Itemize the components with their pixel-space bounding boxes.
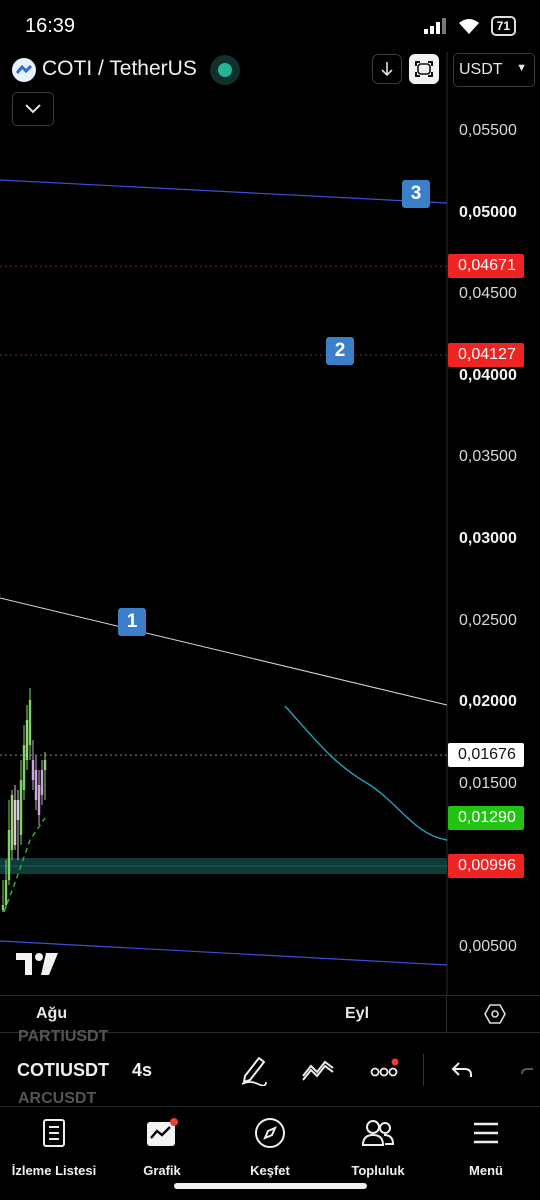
price-tag: 0,00996	[448, 854, 524, 879]
price-axis-label: 0,01500	[459, 774, 517, 792]
undo-button[interactable]	[444, 1052, 480, 1088]
more-button[interactable]	[366, 1052, 402, 1088]
candle-body	[4, 880, 8, 905]
price-axis-label: 0,03500	[459, 448, 517, 466]
nav-label: İzleme Listesi	[11, 1163, 97, 1178]
drawing-marker-1[interactable]: 1	[118, 608, 146, 636]
time-label-aug: Ağu	[36, 1005, 68, 1022]
nav-community[interactable]: Topluluk	[324, 1115, 432, 1178]
trendline-1	[0, 597, 448, 706]
nav-label: Topluluk	[351, 1163, 405, 1178]
chart-icon	[147, 1118, 178, 1146]
moving-average-curve	[284, 705, 448, 841]
more-icon	[370, 1058, 399, 1077]
nav-label: Keşfet	[250, 1163, 290, 1178]
price-tag: 0,01290	[448, 806, 524, 831]
axis-divider	[446, 996, 447, 1033]
nav-label: Grafik	[143, 1163, 181, 1178]
trendline-3	[0, 179, 448, 204]
candle-body	[13, 800, 17, 845]
price-axis-label: 0,05000	[459, 203, 517, 221]
tradingview-logo	[16, 953, 58, 980]
prev-symbol[interactable]: PARTIUSDT	[18, 1028, 108, 1046]
drawing-marker-3[interactable]: 3	[402, 180, 430, 208]
candle-body	[40, 770, 44, 795]
candle-body	[7, 830, 11, 880]
indicators-icon	[302, 1060, 334, 1081]
indicators-button[interactable]	[300, 1052, 336, 1088]
community-icon	[361, 1120, 395, 1146]
candle-body	[31, 760, 35, 780]
nav-label: Menü	[469, 1163, 503, 1178]
candle-body	[28, 700, 32, 745]
candle-body	[10, 795, 14, 850]
redo-icon	[521, 1068, 533, 1075]
candle-body	[43, 760, 47, 770]
undo-icon	[451, 1062, 472, 1077]
candle-body	[16, 800, 20, 820]
active-symbol[interactable]: COTIUSDT	[17, 1060, 109, 1081]
candle-body	[1, 905, 5, 910]
candle-body	[25, 720, 29, 760]
nav-menu[interactable]: Menü	[432, 1115, 540, 1178]
draw-pen-icon	[241, 1057, 267, 1086]
price-chart[interactable]	[0, 0, 540, 995]
price-tag: 0,01676	[448, 743, 524, 768]
interval-selector[interactable]: 4s	[132, 1060, 152, 1081]
price-axis-label: 0,04500	[459, 285, 517, 303]
settings-hex-icon	[484, 1004, 506, 1024]
menu-icon	[474, 1122, 498, 1144]
nav-watchlist[interactable]: İzleme Listesi	[0, 1115, 108, 1178]
compass-icon	[255, 1118, 285, 1148]
price-tag: 0,04127	[448, 343, 524, 368]
toolbar-separator	[423, 1054, 424, 1086]
time-label-sep: Eyl	[345, 1005, 370, 1022]
candle-body	[19, 780, 23, 835]
price-axis-label: 0,02500	[459, 611, 517, 629]
price-axis-label: 0,04000	[459, 366, 517, 384]
price-axis-label: 0,05500	[459, 122, 517, 139]
redo-button[interactable]	[512, 1052, 540, 1088]
nav-chart[interactable]: Grafik	[108, 1115, 216, 1178]
bottom-toolbar: PARTIUSDT COTIUSDT ARCUSDT 4s	[0, 1028, 540, 1107]
draw-button[interactable]	[235, 1052, 271, 1088]
price-axis-label: 0,02000	[459, 693, 517, 711]
price-axis-label: 0,03000	[459, 530, 517, 547]
watchlist-icon	[43, 1119, 65, 1147]
price-tag: 0,04671	[448, 254, 524, 279]
nav-explore[interactable]: Keşfet	[216, 1115, 324, 1178]
candle-body	[22, 745, 26, 790]
drawing-marker-2[interactable]: 2	[326, 337, 354, 365]
candle-body	[34, 770, 38, 800]
candle-body	[37, 785, 41, 815]
trendline-lower	[0, 940, 448, 966]
home-indicator	[174, 1183, 367, 1189]
price-axis-label: 0,00500	[459, 938, 517, 955]
axis-settings-button[interactable]	[484, 1003, 506, 1030]
